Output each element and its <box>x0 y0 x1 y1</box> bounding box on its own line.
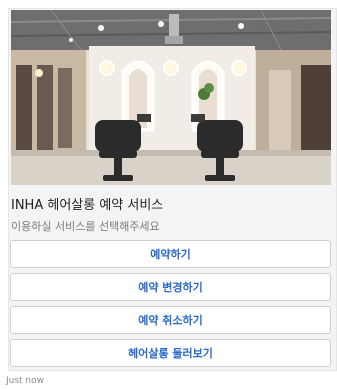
reserve-button[interactable]: 예약하기 <box>10 240 331 268</box>
message-timestamp: Just now <box>6 376 45 386</box>
salon-hero-image <box>11 10 331 185</box>
salon-interior-illustration <box>11 10 331 185</box>
service-subtitle: 이용하실 서비스를 선택해주세요 <box>11 220 160 233</box>
change-reservation-button[interactable]: 예약 변경하기 <box>10 273 331 301</box>
cancel-reservation-button[interactable]: 예약 취소하기 <box>10 306 331 334</box>
browse-salon-button[interactable]: 헤어살롱 둘러보기 <box>10 339 331 367</box>
service-title: INHA 헤어살롱 예약 서비스 <box>11 198 164 213</box>
